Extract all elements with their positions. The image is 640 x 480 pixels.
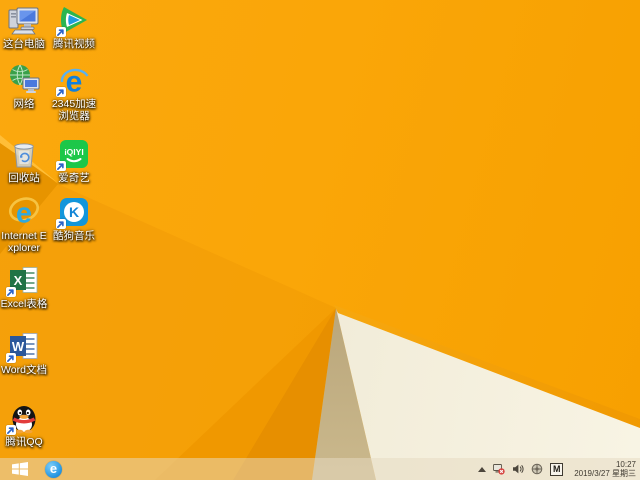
- word-art: W: [6, 330, 40, 363]
- desktop-icon-excel[interactable]: X Excel表格: [0, 264, 48, 310]
- shortcut-arrow-icon: [56, 219, 66, 229]
- icon-label: 这台电脑: [3, 38, 45, 50]
- icon-label: 爱奇艺: [58, 172, 90, 184]
- desktop-icons: 这台电脑 腾讯视频 网络 e 2345加速浏览器 回收站 iQIYI 爱奇艺 e…: [0, 0, 640, 480]
- desktop-icon-qq[interactable]: 腾讯QQ: [0, 402, 48, 448]
- system-tray: M 10:27 2019/3/27 星期三: [478, 460, 640, 478]
- excel-art: X: [6, 264, 40, 297]
- recycle-bin-icon: [14, 143, 34, 168]
- taskbar-left: e: [0, 460, 62, 478]
- volume-icon[interactable]: [512, 463, 524, 475]
- clock[interactable]: 10:27 2019/3/27 星期三: [570, 460, 636, 478]
- shortcut-arrow-icon: [56, 161, 66, 171]
- desktop-icon-recycle-bin[interactable]: 回收站: [0, 138, 48, 184]
- internet-explorer-art: e: [8, 196, 40, 228]
- shortcut-arrow-icon: [56, 27, 66, 37]
- utility-circle-icon[interactable]: [531, 463, 543, 475]
- iqiyi-art: iQIYI: [56, 138, 90, 171]
- taskbar: e M 10:27 2019/3/27 星期三: [0, 458, 640, 480]
- svg-text:iQIYI: iQIYI: [64, 147, 83, 157]
- icon-label: Internet Explorer: [1, 230, 47, 254]
- svg-text:X: X: [14, 273, 23, 288]
- icon-label: 腾讯QQ: [5, 436, 43, 448]
- desktop-icon-this-pc[interactable]: 这台电脑: [0, 4, 48, 50]
- icon-label: 腾讯视频: [53, 38, 95, 50]
- shortcut-arrow-icon: [6, 287, 16, 297]
- shortcut-arrow-icon: [56, 87, 66, 97]
- icon-label: 酷狗音乐: [53, 230, 95, 242]
- qq-art: [6, 402, 40, 435]
- desktop-icon-kugou-music[interactable]: K 酷狗音乐: [50, 196, 98, 242]
- ime-indicator[interactable]: M: [550, 462, 564, 476]
- browser-2345-art: e: [56, 64, 90, 97]
- desktop-icon-word[interactable]: W Word文档: [0, 330, 48, 376]
- clock-date: 2019/3/27 星期三: [574, 469, 636, 478]
- shortcut-arrow-icon: [6, 425, 16, 435]
- icon-label: 网络: [13, 98, 35, 110]
- recycle-bin-art: [8, 138, 40, 170]
- network-icon: [10, 64, 40, 93]
- this-pc-art: [8, 4, 40, 36]
- svg-text:e: e: [66, 66, 83, 97]
- icon-label: 回收站: [8, 172, 40, 184]
- this-pc-icon: [8, 7, 39, 35]
- desktop-icon-tencent-video[interactable]: 腾讯视频: [50, 4, 98, 50]
- icon-label: Word文档: [1, 364, 47, 376]
- desktop-icon-internet-explorer[interactable]: e Internet Explorer: [0, 196, 48, 254]
- clock-time: 10:27: [615, 460, 636, 469]
- svg-text:e: e: [16, 198, 32, 229]
- svg-text:W: W: [12, 339, 25, 354]
- network-error-icon[interactable]: [493, 463, 505, 475]
- desktop-icon-iqiyi[interactable]: iQIYI 爱奇艺: [50, 138, 98, 184]
- windows-logo-icon: [12, 462, 28, 476]
- tencent-video-art: [56, 4, 90, 37]
- shortcut-arrow-icon: [6, 353, 16, 363]
- desktop-icon-network[interactable]: 网络: [0, 64, 48, 110]
- desktop-icon-browser-2345[interactable]: e 2345加速浏览器: [50, 64, 98, 123]
- hidden-icons-arrow[interactable]: [478, 466, 487, 472]
- network-art: [8, 64, 40, 96]
- icon-label: Excel表格: [0, 298, 48, 310]
- icon-label: 2345加速浏览器: [51, 98, 97, 122]
- start-button[interactable]: [8, 460, 32, 478]
- kugou-music-art: K: [56, 196, 90, 229]
- desktop[interactable]: 这台电脑 腾讯视频 网络 e 2345加速浏览器 回收站 iQIYI 爱奇艺 e…: [0, 0, 640, 480]
- internet-explorer-icon: e: [8, 197, 40, 229]
- ie-taskbar-icon[interactable]: e: [45, 460, 62, 478]
- svg-text:K: K: [69, 204, 79, 220]
